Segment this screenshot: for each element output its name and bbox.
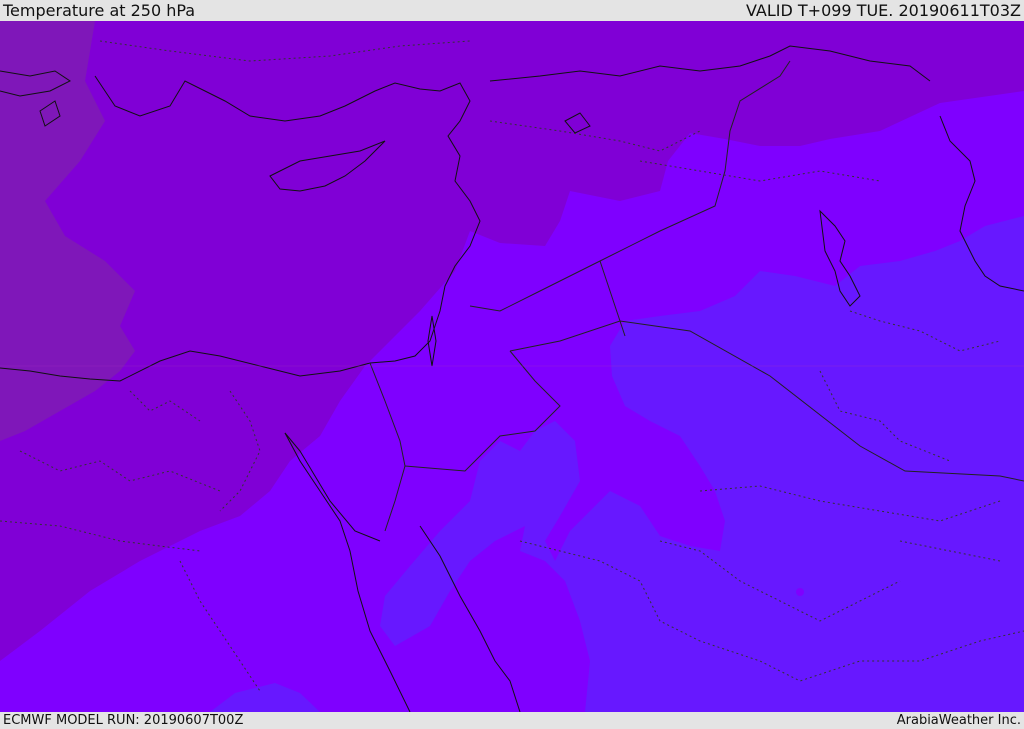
map-footer: ECMWF MODEL RUN: 20190607T00Z ArabiaWeat… <box>0 712 1024 729</box>
temperature-map[interactable] <box>0 21 1024 712</box>
map-header: Temperature at 250 hPa VALID T+099 TUE. … <box>0 0 1024 21</box>
warm-spot <box>796 588 804 596</box>
model-run-label: ECMWF MODEL RUN: 20190607T00Z <box>3 713 244 728</box>
credit-label: ArabiaWeather Inc. <box>896 713 1021 728</box>
map-canvas <box>0 21 1024 712</box>
valid-time-label: VALID T+099 TUE. 20190611T03Z <box>745 1 1021 20</box>
map-title: Temperature at 250 hPa <box>3 1 196 20</box>
